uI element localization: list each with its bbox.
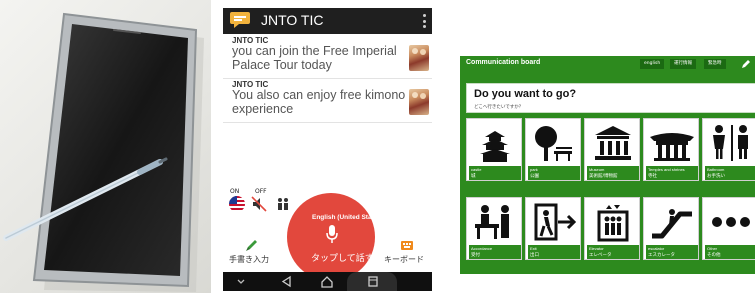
handwriting-button[interactable]: 手書き入力 xyxy=(229,238,279,270)
tile-label-jp: エレベータ xyxy=(589,253,612,258)
keyboard-button[interactable]: キーボード xyxy=(383,238,429,270)
tile-label-en: Bathroom xyxy=(707,167,725,172)
tile-label-en: escalator xyxy=(648,246,665,251)
language-label[interactable]: English (United States) xyxy=(312,214,383,221)
tile-label-en: castle xyxy=(471,167,482,172)
tile-label-jp: 出口 xyxy=(530,253,539,258)
tile-park[interactable]: park 公園 xyxy=(525,118,581,181)
tile-other[interactable]: Other その他 xyxy=(702,197,755,260)
tile-label-en: Accordance xyxy=(471,246,493,251)
tile-label-en: Elevator xyxy=(589,246,604,251)
tile-museum[interactable]: Museum 美術館/博物館 xyxy=(584,118,640,181)
microphone-icon xyxy=(326,225,338,243)
tile-label-jp: エスカレータ xyxy=(648,253,675,258)
tab-emergency[interactable]: 緊急時 xyxy=(704,59,726,69)
tile-label-en: Museum xyxy=(589,167,605,172)
composite-stage: JNTO TIC JNTO TIC you can join the Free … xyxy=(0,0,755,293)
chat-logo-icon xyxy=(230,12,250,28)
message-text: You also can enjoy free kimono experienc… xyxy=(232,88,406,116)
tab-operation-info[interactable]: 運行情報 xyxy=(670,59,696,69)
people-icon[interactable] xyxy=(275,197,291,211)
elevator-icon xyxy=(597,205,629,242)
tile-elevator[interactable]: Elevator エレベータ xyxy=(584,197,640,260)
park-icon xyxy=(535,126,572,161)
question-subtext: どこへ行きたいですか？ xyxy=(474,105,524,110)
message-thumbnail xyxy=(409,45,429,71)
tile-label-jp: 寺社 xyxy=(648,174,657,179)
android-nav-bar xyxy=(223,272,432,291)
question-box: Do you want to go? どこへ行きたいですか？ xyxy=(466,83,755,113)
museum-icon xyxy=(595,126,631,160)
keyboard-label: キーボード xyxy=(384,255,424,264)
tile-bathroom[interactable]: Bathroom お手洗い xyxy=(702,118,755,181)
tile-label-jp: 公園 xyxy=(530,174,539,179)
board-title: Communication board xyxy=(466,59,541,66)
exit-icon xyxy=(534,203,577,241)
on-label: ON xyxy=(230,188,240,195)
tile-label-jp: その他 xyxy=(707,253,721,258)
tile-temples-shrines[interactable]: Temples and shrines 寺社 xyxy=(643,118,699,181)
reception-icon xyxy=(475,205,509,239)
tile-label-jp: お手洗い xyxy=(707,174,725,179)
keyboard-icon xyxy=(401,241,413,250)
temple-icon xyxy=(650,133,694,161)
down-chevron-icon[interactable] xyxy=(233,274,249,289)
tile-escalator[interactable]: escalator エスカレータ xyxy=(643,197,699,260)
escalator-icon xyxy=(652,209,692,239)
us-flag-icon[interactable] xyxy=(229,196,245,212)
tile-label-en: Temples and shrines xyxy=(648,167,685,172)
recents-icon[interactable] xyxy=(365,274,381,289)
home-icon[interactable] xyxy=(319,274,335,289)
tile-exit[interactable]: Exit 出口 xyxy=(525,197,581,260)
tab-english[interactable]: english xyxy=(640,59,665,69)
tile-label-jp: 受付 xyxy=(471,253,480,258)
off-label: OFF xyxy=(255,188,267,195)
castle-icon xyxy=(480,131,510,162)
message-thumbnail xyxy=(409,89,429,115)
question-text: Do you want to go? xyxy=(474,88,577,100)
app-header: JNTO TIC xyxy=(223,8,432,34)
pencil-icon xyxy=(246,240,257,251)
message-item[interactable]: JNTO TIC you can join the Free Imperial … xyxy=(223,35,432,79)
message-item[interactable]: JNTO TIC You also can enjoy free kimono … xyxy=(223,79,432,123)
message-text: you can join the Free Imperial Palace To… xyxy=(232,44,397,72)
tile-label-jp: 美術館/博物館 xyxy=(589,174,618,179)
tile-label-jp: 城 xyxy=(471,174,476,179)
speaker-mute-icon[interactable] xyxy=(251,196,267,212)
communication-board: Communication board english 運行情報 緊急時 Do … xyxy=(460,56,755,274)
jnto-tic-app: JNTO TIC JNTO TIC you can join the Free … xyxy=(223,8,432,291)
tap-to-talk-label: タップして話す xyxy=(311,254,374,264)
handwriting-label: 手書き入力 xyxy=(229,255,269,264)
tile-label-en: Exit xyxy=(530,246,537,251)
app-title: JNTO TIC xyxy=(261,12,324,28)
menu-dots-icon[interactable] xyxy=(422,14,426,28)
back-icon[interactable] xyxy=(279,274,295,289)
edit-pencil-icon[interactable] xyxy=(740,58,752,70)
restroom-icon xyxy=(713,125,748,161)
phone-with-stylus-illustration xyxy=(3,12,204,292)
tile-label-en: park xyxy=(530,167,538,172)
more-dots-icon xyxy=(712,217,750,227)
phone-photo xyxy=(0,0,211,293)
tile-castle[interactable]: castle 城 xyxy=(466,118,522,181)
tile-accordance[interactable]: Accordance 受付 xyxy=(466,197,522,260)
tile-label-en: Other xyxy=(707,246,718,251)
